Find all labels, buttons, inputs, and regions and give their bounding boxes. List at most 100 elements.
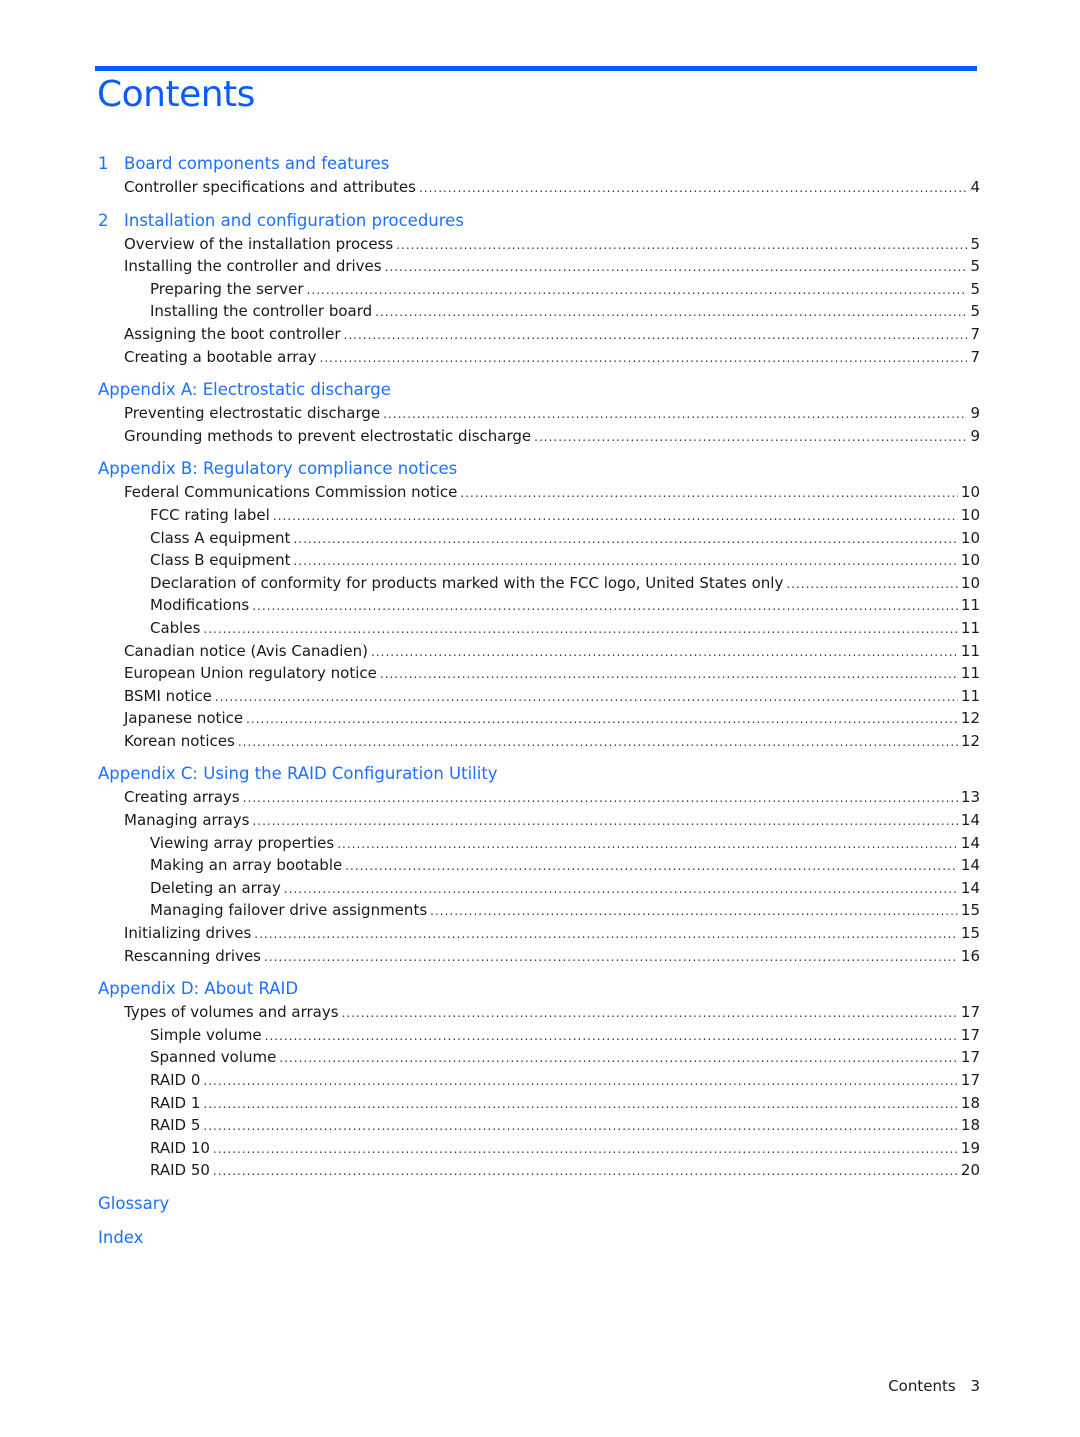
toc-entry-link[interactable]: Spanned volume 17 xyxy=(98,1046,980,1069)
toc-section-heading-link[interactable]: 2 Installation and configuration procedur… xyxy=(98,209,980,233)
toc-entry-page-number: 11 xyxy=(960,641,980,660)
section-title: Appendix A: Electrostatic discharge xyxy=(98,380,391,400)
section-title: Appendix D: About RAID xyxy=(98,979,299,999)
toc-entry-link[interactable]: RAID 1 18 xyxy=(98,1092,980,1115)
toc-section-heading-link[interactable]: Appendix D: About RAID xyxy=(98,977,980,1001)
toc-entry-link[interactable]: Making an array bootable 14 xyxy=(98,854,980,877)
section-title: Appendix B: Regulatory compliance notice… xyxy=(98,459,458,479)
toc-entry-label: RAID 5 xyxy=(150,1116,201,1135)
dot-leader xyxy=(396,234,967,257)
toc-entry-link[interactable]: Modifications 11 xyxy=(98,594,980,617)
toc-entry-link[interactable]: Controller specifications and attributes… xyxy=(98,176,980,199)
toc-entry-link[interactable]: RAID 10 19 xyxy=(98,1137,980,1160)
toc-entry-page-number: 5 xyxy=(970,234,980,253)
toc-entry-link[interactable]: Creating arrays 13 xyxy=(98,786,980,809)
toc-entry-link[interactable]: Class A equipment 10 xyxy=(98,527,980,550)
toc-entry-link[interactable]: Japanese notice 12 xyxy=(98,707,980,730)
toc-entry-label: RAID 50 xyxy=(150,1161,210,1180)
toc-section: Appendix C: Using the RAID Configuration… xyxy=(98,762,980,967)
toc-entry-link[interactable]: Creating a bootable array 7 xyxy=(98,346,980,369)
toc-entry-link[interactable]: Simple volume 17 xyxy=(98,1024,980,1047)
toc-entry-page-number: 11 xyxy=(960,618,980,637)
toc-entry-link[interactable]: RAID 0 17 xyxy=(98,1069,980,1092)
toc-entry-page-number: 5 xyxy=(970,302,980,321)
dot-leader xyxy=(284,878,958,901)
toc-entry-page-number: 14 xyxy=(960,878,980,897)
footer-section-label: Contents xyxy=(888,1377,956,1395)
dot-leader xyxy=(342,1002,958,1025)
toc-entry-link[interactable]: Canadian notice (Avis Canadien) 11 xyxy=(98,640,980,663)
toc-entry-label: Declaration of conformity for products m… xyxy=(150,573,784,592)
toc-entry-link[interactable]: Installing the controller board 5 xyxy=(98,300,980,323)
toc-entry-label: Managing failover drive assignments xyxy=(150,901,428,920)
toc-entry-link[interactable]: Declaration of conformity for products m… xyxy=(98,572,980,595)
dot-leader xyxy=(534,426,967,449)
toc-entry-link[interactable]: Viewing array properties 14 xyxy=(98,832,980,855)
toc-entry-label: Preventing electrostatic discharge xyxy=(124,404,381,423)
toc-entry-label: Modifications xyxy=(150,596,250,615)
toc-section-heading-link[interactable]: Glossary xyxy=(98,1192,980,1216)
toc-section-heading-link[interactable]: 1 Board components and features xyxy=(98,152,980,176)
toc-entry-link[interactable]: Cables 11 xyxy=(98,617,980,640)
toc-section: Appendix A: Electrostatic discharge Preve… xyxy=(98,378,980,447)
dot-leader xyxy=(293,550,957,573)
toc-entry-label: Simple volume xyxy=(150,1025,262,1044)
toc-entry-link[interactable]: Managing arrays 14 xyxy=(98,809,980,832)
toc-entry-page-number: 12 xyxy=(960,709,980,728)
toc-entry-link[interactable]: Korean notices 12 xyxy=(98,730,980,753)
toc-entry-label: Canadian notice (Avis Canadien) xyxy=(124,641,368,660)
toc-entry-page-number: 5 xyxy=(970,257,980,276)
toc-entry-link[interactable]: Assigning the boot controller 7 xyxy=(98,323,980,346)
section-title: Installation and configuration procedure… xyxy=(124,210,464,230)
toc-entry-label: BSMI notice xyxy=(124,686,212,705)
toc-entry-label: Federal Communications Commission notice xyxy=(124,483,458,502)
toc-entry-page-number: 10 xyxy=(960,551,980,570)
toc-section-heading-link[interactable]: Appendix B: Regulatory compliance notice… xyxy=(98,457,980,481)
dot-leader xyxy=(254,923,958,946)
toc-section-heading-link[interactable]: Appendix C: Using the RAID Configuration… xyxy=(98,762,980,786)
toc-entry-link[interactable]: Grounding methods to prevent electrostat… xyxy=(98,425,980,448)
toc-entry-label: Class B equipment xyxy=(150,551,291,570)
toc-entry-page-number: 4 xyxy=(970,178,980,196)
toc-entry-link[interactable]: Installing the controller and drives 5 xyxy=(98,255,980,278)
toc-entry-label: RAID 0 xyxy=(150,1071,201,1089)
toc-entry-label: Types of volumes and arrays xyxy=(124,1003,339,1022)
dot-leader xyxy=(419,177,967,200)
dot-leader xyxy=(264,946,958,969)
page-footer: Contents 3 xyxy=(888,1377,980,1395)
toc-entry-link[interactable]: Types of volumes and arrays 17 xyxy=(98,1001,980,1024)
toc-entry-label: RAID 1 xyxy=(150,1093,201,1112)
toc-entry-link[interactable]: European Union regulatory notice 11 xyxy=(98,662,980,685)
dot-leader xyxy=(213,1138,958,1161)
toc-entry-link[interactable]: RAID 5 18 xyxy=(98,1114,980,1137)
toc-entry-page-number: 14 xyxy=(960,833,980,852)
toc-entry-link[interactable]: Rescanning drives 16 xyxy=(98,945,980,968)
toc-entry-label: Japanese notice xyxy=(124,709,244,728)
toc-entry-link[interactable]: Overview of the installation process 5 xyxy=(98,233,980,256)
dot-leader xyxy=(238,731,958,754)
toc-entry-link[interactable]: Initializing drives 15 xyxy=(98,922,980,945)
toc-entry-link[interactable]: Preventing electrostatic discharge 9 xyxy=(98,402,980,425)
toc-entry-page-number: 17 xyxy=(960,1048,980,1067)
toc-entry-link[interactable]: Preparing the server 5 xyxy=(98,278,980,301)
toc-entry-link[interactable]: BSMI notice 11 xyxy=(98,685,980,708)
toc-entry-label: RAID 10 xyxy=(150,1138,210,1157)
toc-section-heading-link[interactable]: Index xyxy=(98,1226,980,1250)
toc-section-heading-link[interactable]: Appendix A: Electrostatic discharge xyxy=(98,378,980,402)
dot-leader xyxy=(460,482,958,505)
toc-entry-link[interactable]: Class B equipment 10 xyxy=(98,549,980,572)
dot-leader xyxy=(203,1093,958,1116)
dot-leader xyxy=(252,810,957,833)
dot-leader xyxy=(203,1070,958,1093)
dot-leader xyxy=(203,1115,958,1138)
toc-entry-link[interactable]: RAID 50 20 xyxy=(98,1159,980,1182)
toc-entry-link[interactable]: Managing failover drive assignments 15 xyxy=(98,899,980,922)
toc-entry-link[interactable]: Deleting an array 14 xyxy=(98,877,980,900)
toc-entry-label: Creating arrays xyxy=(124,788,240,807)
toc-entry-page-number: 11 xyxy=(960,686,980,705)
dot-leader xyxy=(385,256,967,279)
toc-entry-link[interactable]: FCC rating label 10 xyxy=(98,504,980,527)
toc-entry-page-number: 15 xyxy=(960,901,980,920)
toc-entry-link[interactable]: Federal Communications Commission notice… xyxy=(98,481,980,504)
toc-entry-page-number: 13 xyxy=(960,788,980,807)
